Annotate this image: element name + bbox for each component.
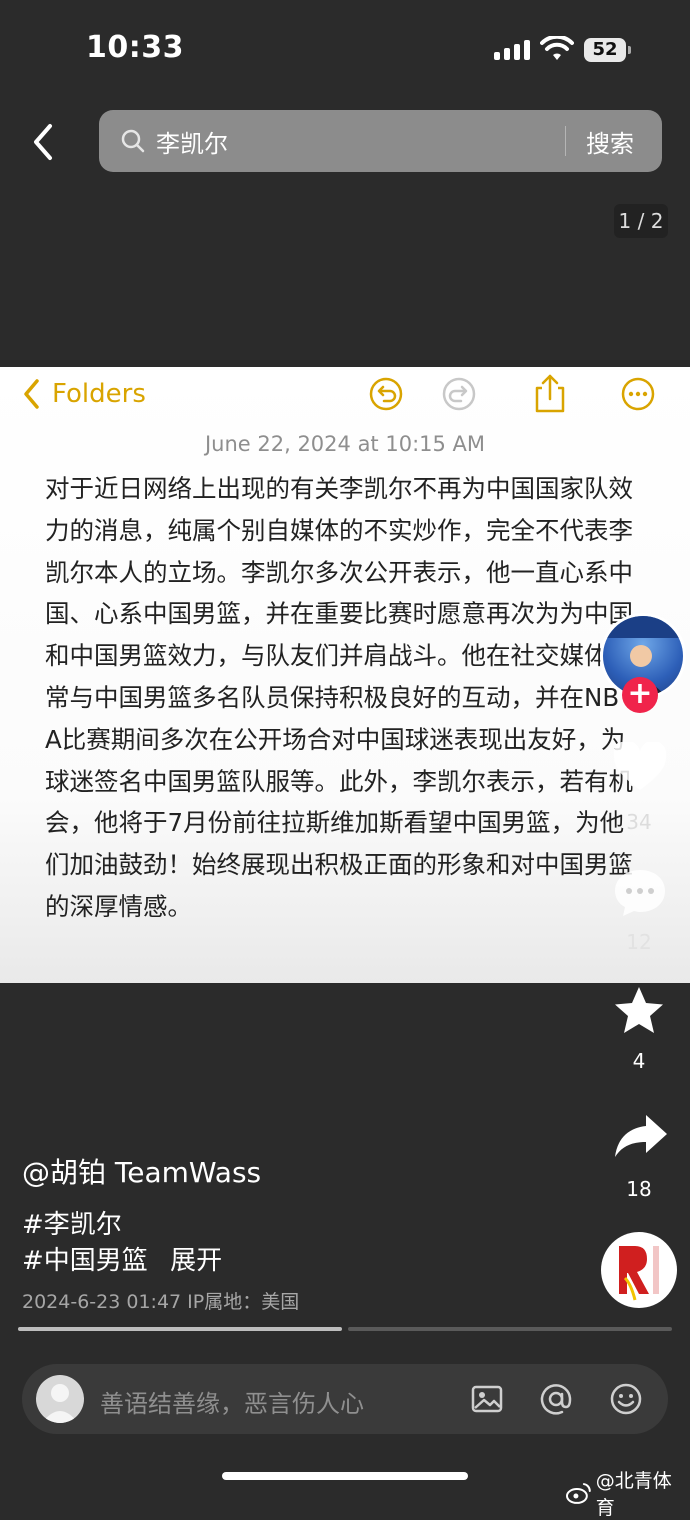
battery-tip: [628, 46, 631, 54]
more-icon: [621, 377, 655, 411]
share-upload-icon: [535, 374, 565, 413]
author-name[interactable]: @胡铂 TeamWass: [22, 1151, 261, 1191]
signal-icon: [494, 40, 530, 60]
chevron-left-icon: [24, 379, 39, 409]
like-count: 34: [626, 810, 652, 834]
mention-at-icon[interactable]: [539, 1382, 573, 1416]
status-time: 10:33: [86, 30, 184, 65]
like-heart-icon[interactable]: [611, 742, 669, 794]
wifi-icon: [540, 36, 574, 60]
page-indicator: 1 / 2: [614, 204, 668, 238]
music-disc-logo[interactable]: [601, 1232, 677, 1308]
search-input[interactable]: 李凯尔: [156, 124, 228, 159]
back-arrow-icon[interactable]: [26, 120, 60, 164]
favorite-star-icon[interactable]: [611, 984, 667, 1038]
expand-link[interactable]: 展开: [170, 1246, 222, 1276]
watermark-text: @北青体育: [595, 1470, 672, 1519]
comment-input[interactable]: 善语结善缘，恶言伤人心: [100, 1384, 364, 1419]
battery-icon: 52: [584, 38, 626, 62]
redo-icon: [442, 377, 476, 411]
folders-back-link: Folders: [22, 378, 146, 410]
search-icon: [121, 129, 145, 153]
page-progress-2: [348, 1327, 672, 1331]
folders-label: Folders: [52, 379, 146, 409]
emoji-icon[interactable]: [609, 1382, 643, 1416]
favorite-count: 4: [632, 1049, 646, 1073]
weibo-logo-icon: [566, 1483, 591, 1504]
user-avatar: [36, 1375, 84, 1423]
page-progress-1: [18, 1327, 342, 1331]
hashtag-1[interactable]: #李凯尔: [22, 1204, 122, 1241]
hashtag-2: #中国男篮 展开: [22, 1240, 222, 1277]
undo-icon: [369, 377, 403, 411]
note-date: June 22, 2024 at 10:15 AM: [204, 432, 486, 456]
search-divider: [565, 126, 566, 156]
share-arrow-icon[interactable]: [612, 1112, 670, 1160]
comment-count: 12: [626, 930, 652, 954]
search-button[interactable]: 搜索: [586, 124, 634, 159]
image-icon[interactable]: [470, 1382, 504, 1416]
weibo-watermark: @北青体育: [566, 1466, 690, 1520]
note-body-text: 对于近日网络上出现的有关李凯尔不再为中国国家队效力的消息，纯属个别自媒体的不实炒…: [45, 474, 633, 921]
follow-button[interactable]: +: [622, 677, 658, 713]
hashtag-2-text[interactable]: #中国男篮: [22, 1246, 148, 1276]
comment-bubble-icon[interactable]: [611, 866, 669, 920]
post-meta: 2024-6-23 01:47 IP属地：美国: [22, 1291, 300, 1313]
home-indicator: [222, 1472, 468, 1480]
share-count: 18: [626, 1177, 652, 1201]
